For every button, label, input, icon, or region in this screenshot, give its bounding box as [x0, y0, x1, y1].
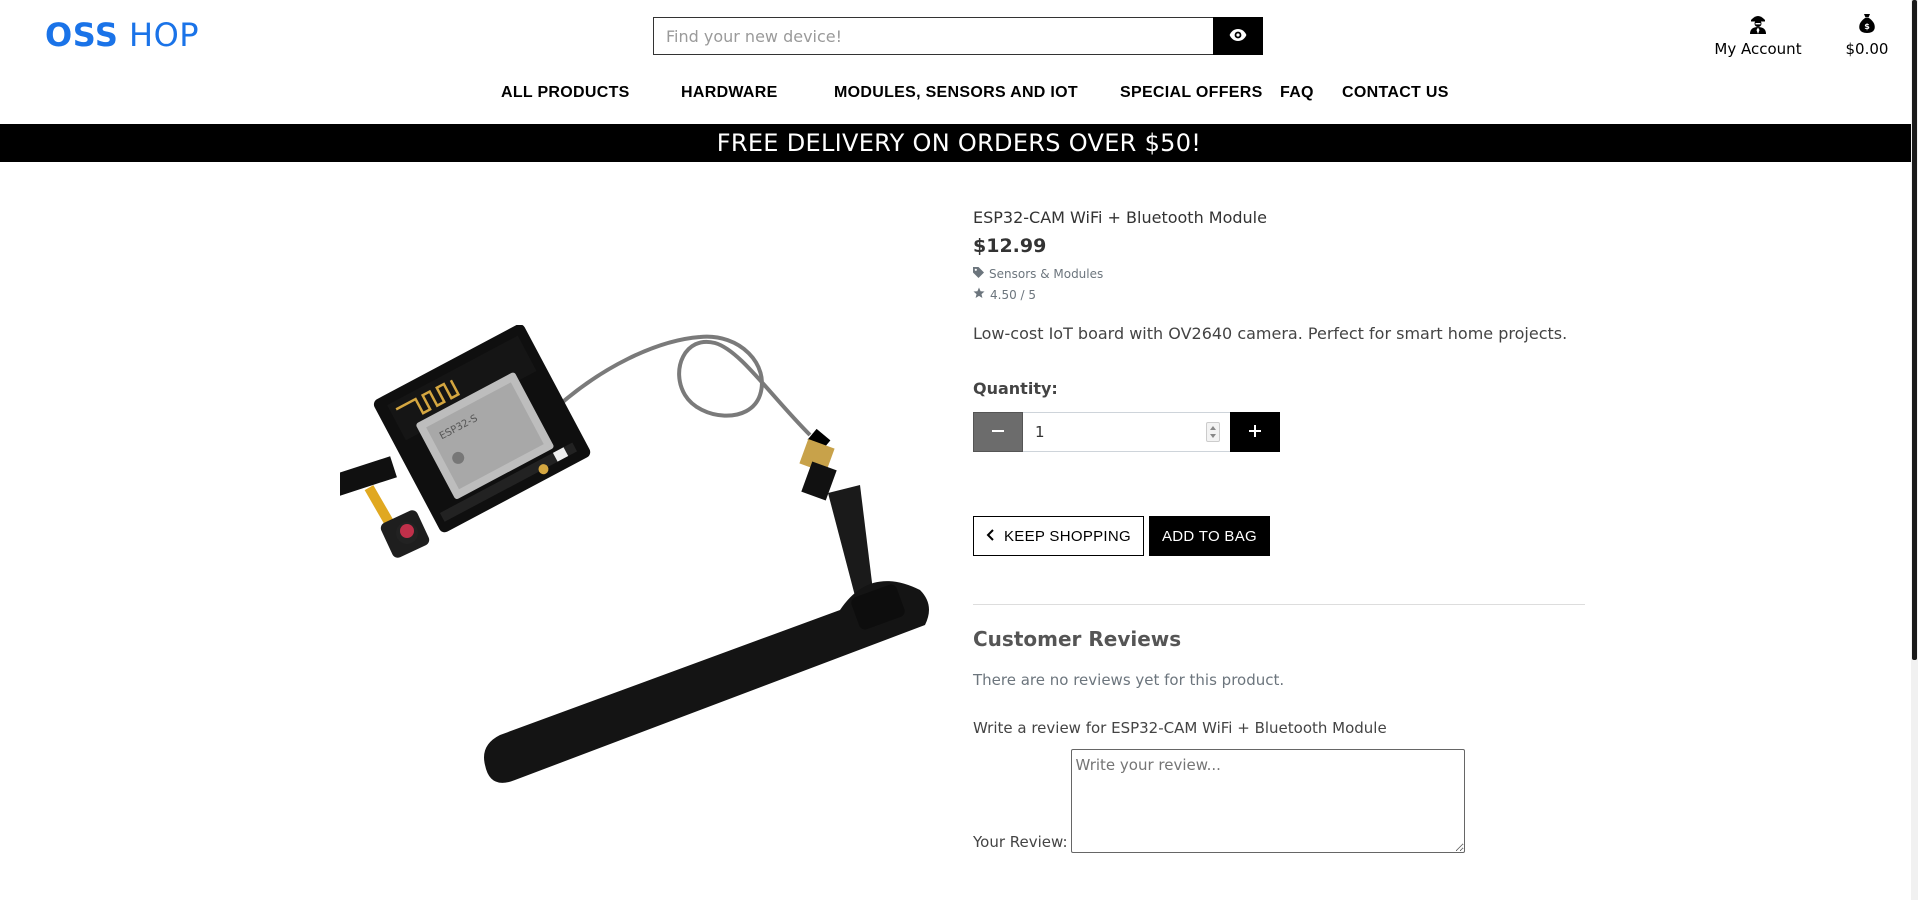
- product-actions: KEEP SHOPPING ADD TO BAG: [973, 516, 1585, 556]
- eye-icon: [1229, 28, 1247, 45]
- decrement-button[interactable]: [973, 412, 1023, 452]
- increment-button[interactable]: [1230, 412, 1280, 452]
- review-form: Your Review:: [973, 749, 1585, 853]
- quantity-value: 1: [1035, 423, 1045, 441]
- review-field-label: Your Review:: [973, 833, 1068, 851]
- bag-total: $0.00: [1845, 40, 1889, 58]
- quantity-label: Quantity:: [973, 379, 1058, 398]
- site-header: OSS HOP My Account $ $0.00 ALL PRODUCTS …: [0, 0, 1918, 124]
- product-name: ESP32-CAM WiFi + Bluetooth Module: [973, 208, 1267, 227]
- reviews-title: Customer Reviews: [973, 627, 1182, 651]
- delivery-banner: FREE DELIVERY ON ORDERS OVER $50!: [0, 124, 1918, 162]
- search-bar: [653, 17, 1263, 55]
- product-category[interactable]: Sensors & Modules: [973, 267, 1585, 281]
- search-input[interactable]: [653, 17, 1213, 55]
- spin-arrows-icon[interactable]: [1206, 422, 1220, 442]
- chevron-left-icon: [986, 528, 994, 545]
- star-icon: [973, 287, 985, 302]
- product-price: $12.99: [973, 235, 1047, 257]
- keep-shopping-label: KEEP SHOPPING: [1004, 527, 1131, 545]
- product-details: ESP32-CAM WiFi + Bluetooth Module $12.99…: [973, 208, 1585, 853]
- svg-text:$: $: [1864, 22, 1870, 31]
- section-divider: [973, 604, 1585, 605]
- user-icon: [1712, 12, 1804, 36]
- write-review-title: Write a review for ESP32-CAM WiFi + Blue…: [973, 719, 1387, 737]
- shopping-bag-link[interactable]: $ $0.00: [1838, 12, 1896, 58]
- add-to-bag-button[interactable]: ADD TO BAG: [1149, 516, 1270, 556]
- nav-contact-us[interactable]: CONTACT US: [1342, 84, 1449, 102]
- main-nav: ALL PRODUCTS HARDWARE MODULES, SENSORS A…: [0, 84, 1918, 106]
- nav-special-offers[interactable]: SPECIAL OFFERS: [1120, 84, 1263, 102]
- my-account-link[interactable]: My Account: [1712, 12, 1804, 58]
- review-textarea[interactable]: [1070, 749, 1465, 853]
- nav-hardware[interactable]: HARDWARE: [681, 84, 778, 102]
- no-reviews-text: There are no reviews yet for this produc…: [973, 671, 1285, 689]
- my-account-label: My Account: [1714, 40, 1802, 58]
- quantity-stepper: 1: [973, 412, 1585, 452]
- plus-icon: [1248, 424, 1262, 441]
- tag-icon: [973, 267, 984, 281]
- add-to-bag-label: ADD TO BAG: [1162, 527, 1257, 545]
- nav-all-products[interactable]: ALL PRODUCTS: [501, 84, 630, 102]
- logo-bold-text: OSS: [45, 16, 119, 54]
- keep-shopping-button[interactable]: KEEP SHOPPING: [973, 516, 1144, 556]
- search-button[interactable]: [1213, 17, 1263, 55]
- logo-light-text: HOP: [118, 16, 200, 54]
- minus-icon: [991, 424, 1005, 441]
- product-rating: 4.50 / 5: [973, 287, 1585, 302]
- product-image: ESP32-S: [333, 324, 930, 785]
- scrollbar-thumb[interactable]: [1912, 0, 1917, 660]
- category-label: Sensors & Modules: [989, 267, 1104, 281]
- nav-modules-sensors-iot[interactable]: MODULES, SENSORS AND IOT: [834, 84, 1078, 102]
- rating-value: 4.50 / 5: [990, 287, 1037, 302]
- quantity-input[interactable]: 1: [1023, 412, 1230, 452]
- nav-faq[interactable]: FAQ: [1280, 84, 1314, 102]
- product-description: Low-cost IoT board with OV2640 camera. P…: [973, 324, 1568, 343]
- money-bag-icon: $: [1838, 12, 1896, 36]
- site-logo[interactable]: OSS HOP: [45, 16, 199, 54]
